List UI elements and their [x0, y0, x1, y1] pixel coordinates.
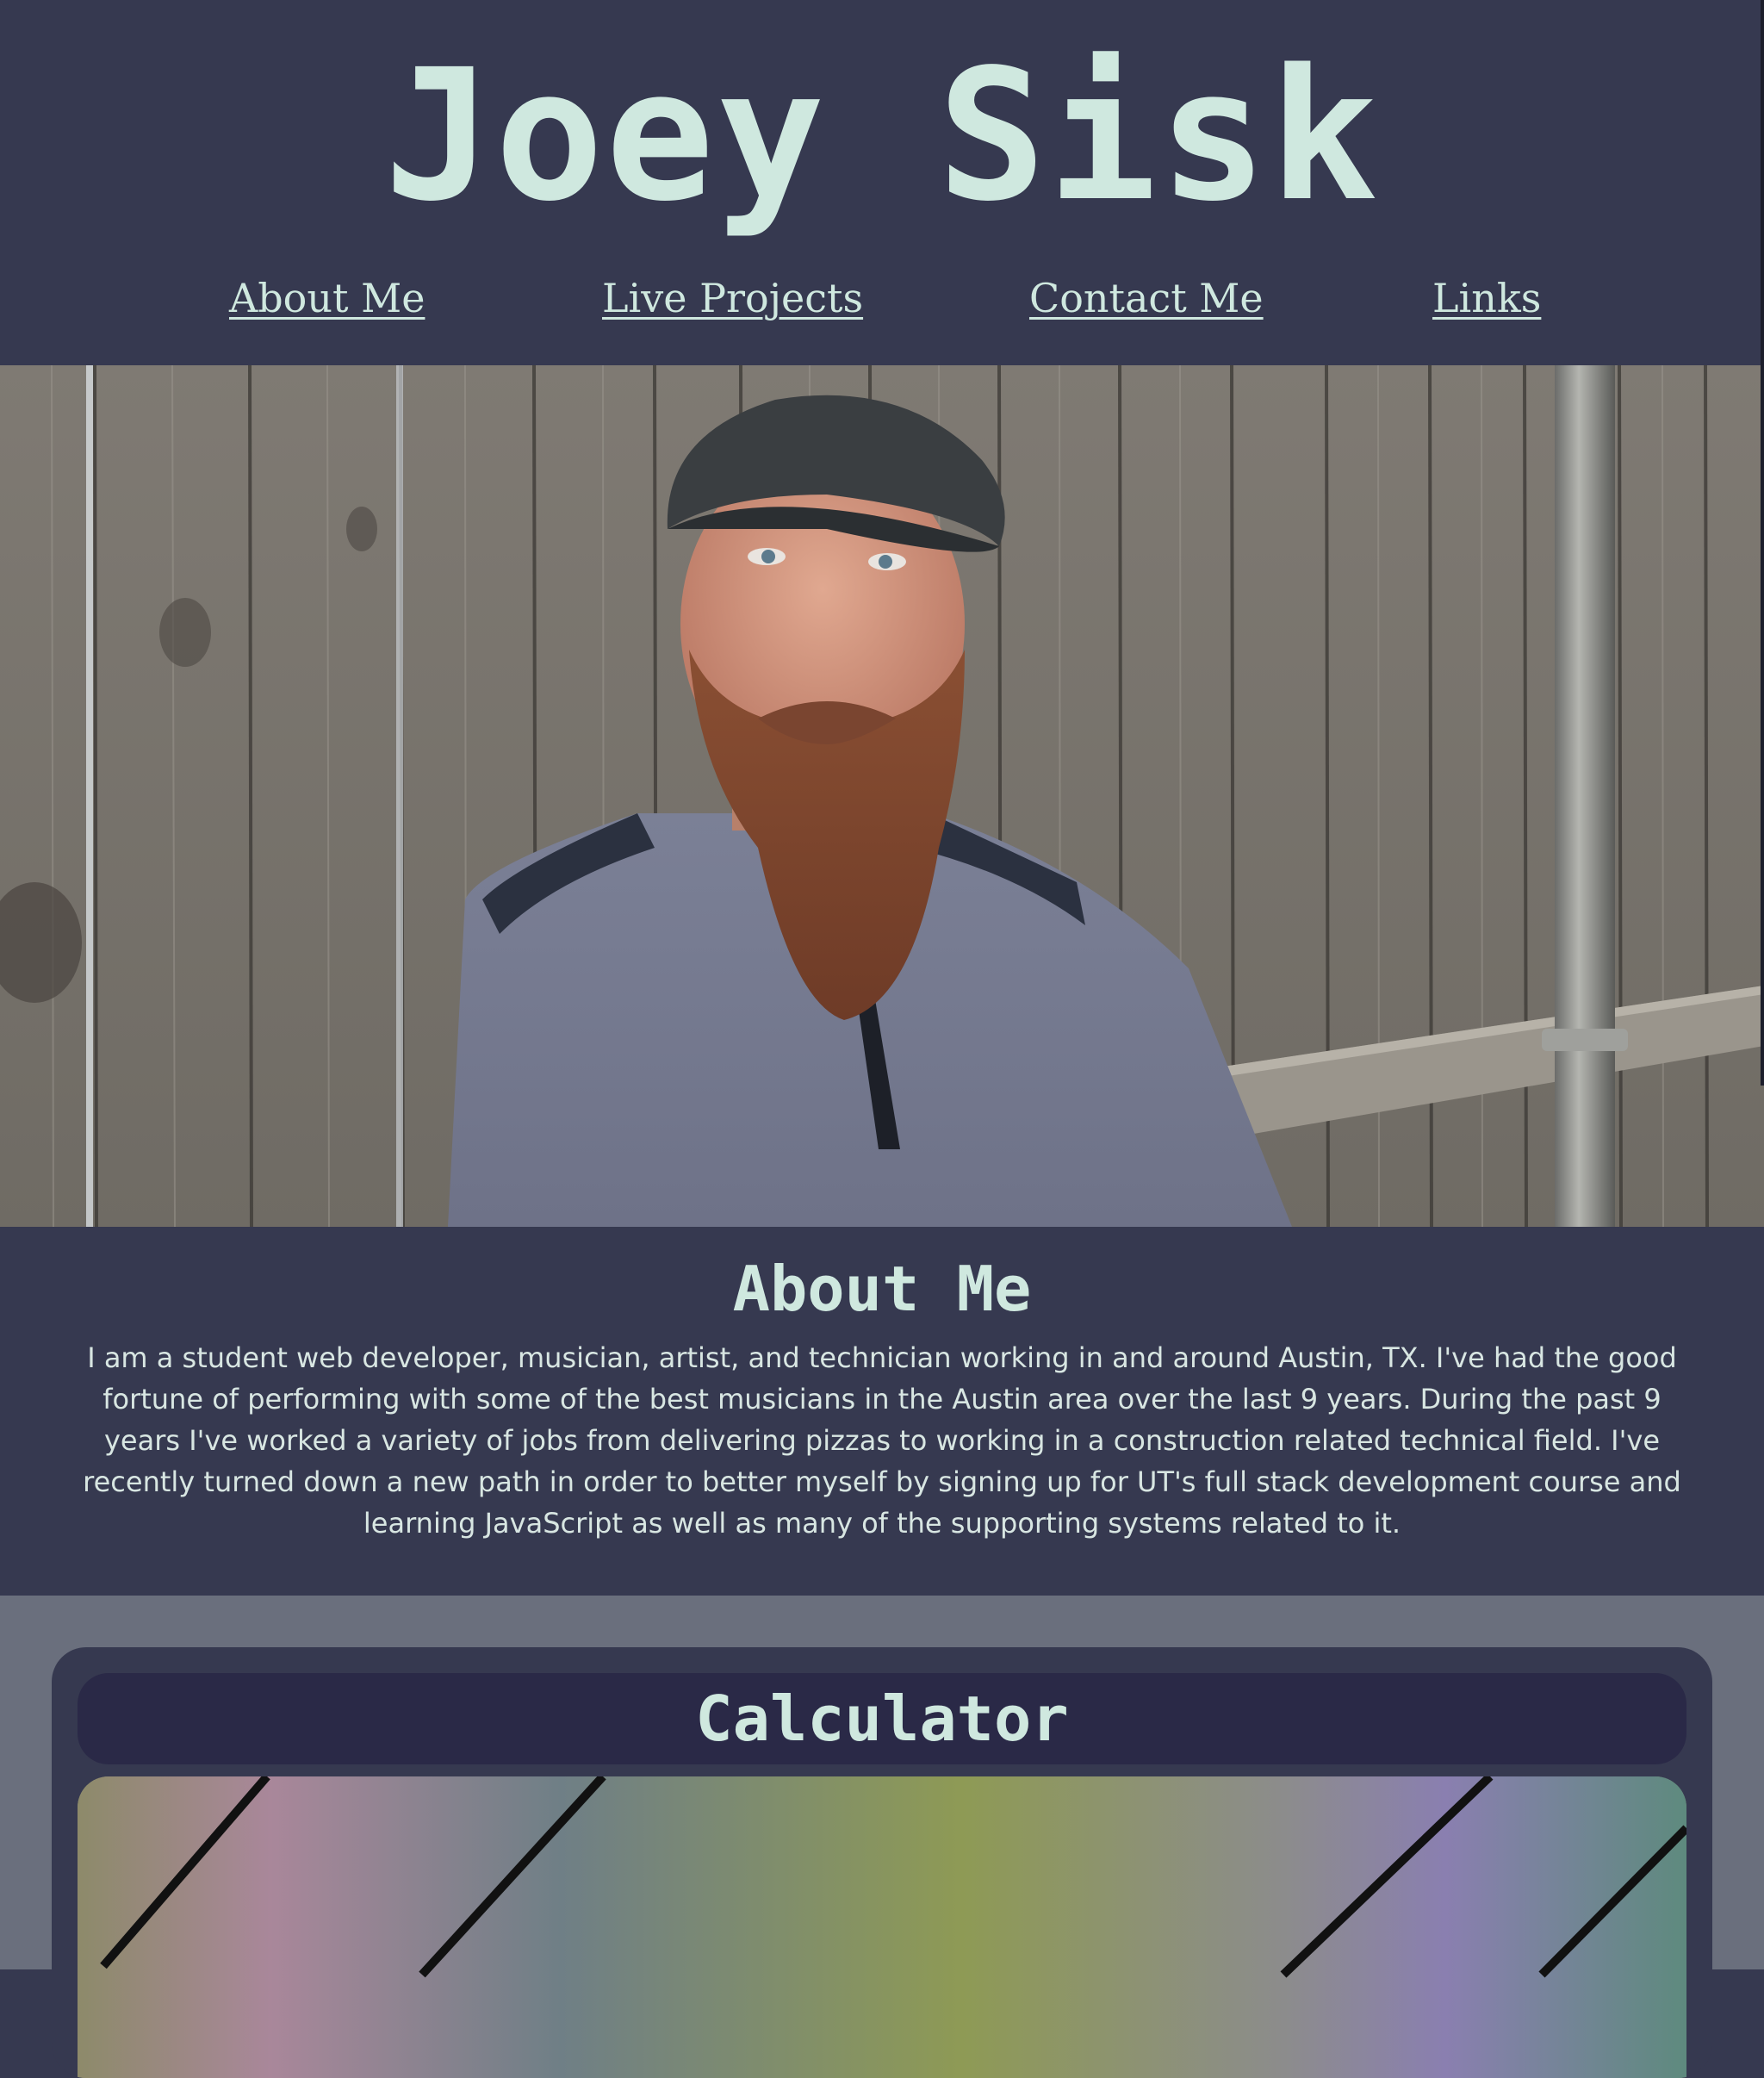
nav-link-contact-me[interactable]: Contact Me: [1029, 264, 1264, 333]
project-card-header: Calculator: [78, 1673, 1686, 1764]
about-heading: About Me: [732, 1253, 1032, 1325]
nav-link-live-projects[interactable]: Live Projects: [602, 264, 863, 333]
hero-portrait-photo: [0, 365, 1764, 1227]
project-image[interactable]: [78, 1776, 1686, 2078]
scrollbar[interactable]: [1761, 0, 1764, 1086]
about-text: I am a student web developer, musician, …: [83, 1341, 1681, 1540]
site-header: Joey Sisk About Me Live Projects Contact…: [0, 0, 1764, 365]
nav-link-links[interactable]: Links: [1432, 264, 1541, 333]
main-nav: About Me Live Projects Contact Me Links: [0, 264, 1764, 333]
nav-link-about-me[interactable]: About Me: [229, 264, 425, 333]
project-title: Calculator: [695, 1683, 1069, 1755]
site-title: Joey Sisk: [384, 30, 1380, 241]
about-section: About Me I am a student web developer, m…: [0, 1227, 1764, 1596]
projects-section: Calculator: [0, 1596, 1764, 2078]
project-card[interactable]: Calculator: [52, 1647, 1712, 2078]
